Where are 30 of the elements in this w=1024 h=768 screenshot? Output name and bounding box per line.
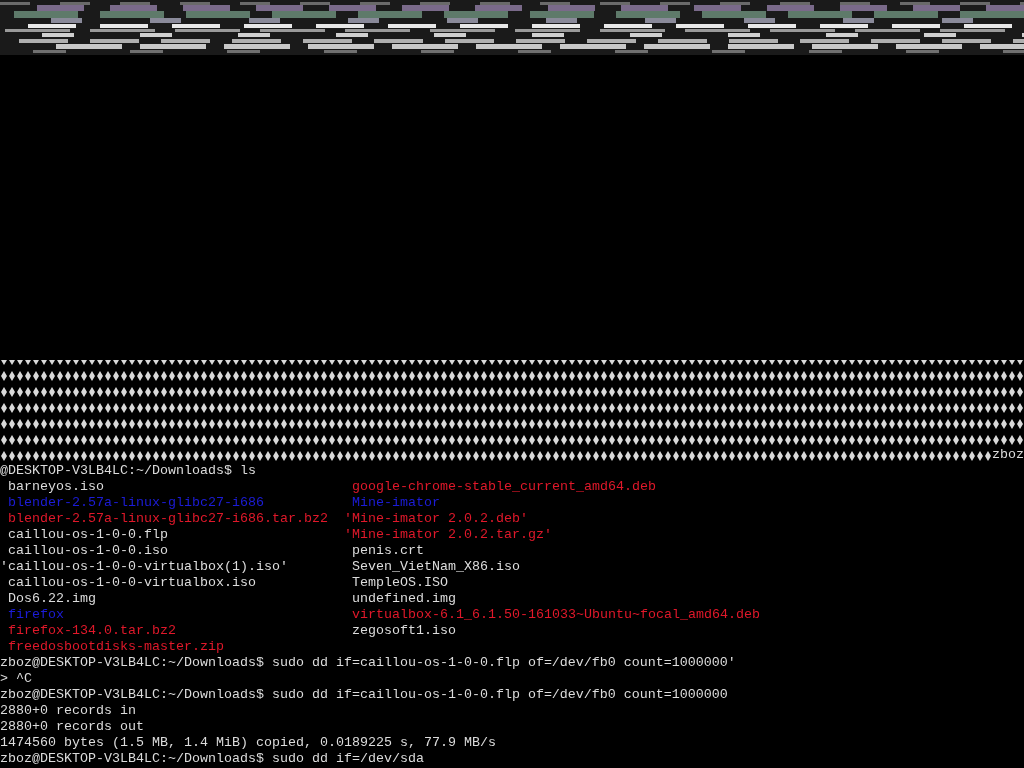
file-name: TempleOS.ISO xyxy=(352,575,448,591)
terminal-line: 2880+0 records out xyxy=(0,719,144,735)
file-name: 'Mine-imator 2.0.2.tar.gz' xyxy=(344,527,552,543)
file-name: firefox xyxy=(8,607,64,623)
file-name: Dos6.22.img xyxy=(8,591,96,607)
terminal-line: > ^C xyxy=(0,671,32,687)
file-name: blender-2.57a-linux-glibc27-i686 xyxy=(8,495,264,511)
file-name: blender-2.57a-linux-glibc27-i686.tar.bz2 xyxy=(8,511,328,527)
file-name: Seven_VietNam_X86.iso xyxy=(352,559,520,575)
terminal-line: 2880+0 records in xyxy=(0,703,136,719)
terminal-line: @DESKTOP-V3LB4LC:~/Downloads$ ls xyxy=(0,463,256,479)
file-name: barneyos.iso xyxy=(8,479,104,495)
file-name: caillou-os-1-0-0-virtualbox.iso xyxy=(8,575,256,591)
file-name: 'caillou-os-1-0-0-virtualbox(1).iso' xyxy=(0,559,288,575)
file-name: google-chrome-stable_current_amd64.deb xyxy=(352,479,656,495)
terminal-text: zboz xyxy=(992,447,1024,463)
file-name: caillou-os-1-0-0.flp xyxy=(8,527,168,543)
file-name: freedosbootdisks-master.zip xyxy=(8,639,224,655)
file-name: caillou-os-1-0-0.iso xyxy=(8,543,168,559)
file-name: zegosoft1.iso xyxy=(352,623,456,639)
terminal-line: zboz@DESKTOP-V3LB4LC:~/Downloads$ sudo dd if=caillou-os-1-0-0.flp of=/dev/fb0 count=1000000' xyxy=(0,655,736,671)
file-name: 'Mine-imator 2.0.2.deb' xyxy=(344,511,528,527)
file-name: Mine-imator xyxy=(352,495,440,511)
file-name: penis.crt xyxy=(352,543,424,559)
file-name: undefined.img xyxy=(352,591,456,607)
terminal-line: zboz@DESKTOP-V3LB4LC:~/Downloads$ sudo dd if=/dev/sda xyxy=(0,751,424,767)
file-name: virtualbox-6.1_6.1.50-161033~Ubuntu~focal_amd64.deb xyxy=(352,607,760,623)
terminal-line: 1474560 bytes (1.5 MB, 1.4 MiB) copied, 0.0189225 s, 77.9 MB/s xyxy=(0,735,496,751)
file-name: firefox-134.0.tar.bz2 xyxy=(8,623,176,639)
terminal-line: zboz@DESKTOP-V3LB4LC:~/Downloads$ sudo dd if=caillou-os-1-0-0.flp of=/dev/fb0 count=1000000 xyxy=(0,687,728,703)
